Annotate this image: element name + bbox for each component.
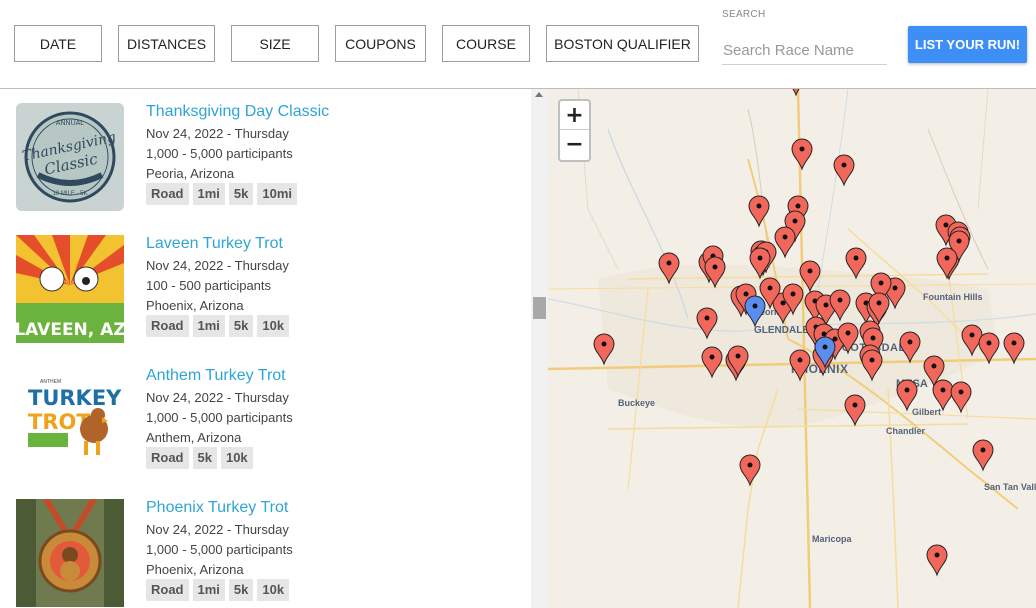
map-canvas[interactable]: Fountain Hills SCOTTSDALE PHOENIX MESA G… [548, 89, 1036, 608]
tag-road: Road [146, 315, 189, 337]
zoom-in-button[interactable]: + [560, 101, 589, 130]
map-label-glendale: GLENDALE [754, 325, 809, 336]
map-label-chandler: Chandler [886, 426, 926, 436]
tag-distance: 5k [228, 183, 254, 205]
svg-text:ANTHEM: ANTHEM [40, 379, 61, 385]
race-list-item[interactable]: ANTHEM TURKEY TROT Anthem Turkey Trot No… [0, 367, 531, 491]
zoom-control: + − [558, 99, 591, 162]
map-label-san-tan-valley: San Tan Valley [984, 482, 1036, 492]
scrollbar-thumb[interactable] [533, 297, 546, 319]
race-list-item[interactable]: Phoenix Turkey Trot Nov 24, 2022 - Thurs… [0, 499, 531, 608]
race-location: Phoenix, Arizona [146, 562, 244, 577]
race-participants: 1,000 - 5,000 participants [146, 410, 293, 425]
list-your-run-button[interactable]: LIST YOUR RUN! [908, 26, 1027, 63]
tag-distance: 10k [257, 315, 290, 337]
race-tags: Road 1mi 5k 10mi [146, 183, 298, 205]
race-participants: 1,000 - 5,000 participants [146, 542, 293, 557]
anthem-turkey-trot-logo-icon: ANTHEM TURKEY TROT [16, 367, 124, 475]
race-participants: 1,000 - 5,000 participants [146, 146, 293, 161]
filter-size-button[interactable]: SIZE [231, 25, 319, 62]
tag-distance: 5k [192, 447, 217, 469]
tag-road: Road [146, 183, 189, 205]
svg-text:ANNUAL: ANNUAL [56, 120, 85, 127]
race-date: Nov 24, 2022 - Thursday [146, 390, 289, 405]
scroll-up-arrow-icon[interactable] [535, 92, 543, 97]
svg-text:TURKEY: TURKEY [28, 386, 122, 410]
filter-course-button[interactable]: COURSE [442, 25, 530, 62]
race-title-link[interactable]: Thanksgiving Day Classic [146, 103, 329, 121]
race-date: Nov 24, 2022 - Thursday [146, 126, 289, 141]
search-label: SEARCH [722, 9, 766, 20]
race-title-link[interactable]: Anthem Turkey Trot [146, 367, 286, 385]
race-map[interactable]: Fountain Hills SCOTTSDALE PHOENIX MESA G… [548, 89, 1036, 608]
list-scrollbar[interactable] [531, 89, 548, 608]
race-participants: 100 - 500 participants [146, 278, 272, 293]
turkey-medal-photo-icon [16, 499, 124, 607]
tag-distance: 1mi [192, 183, 225, 205]
zoom-out-button[interactable]: − [560, 130, 589, 159]
tag-distance: 5k [228, 315, 254, 337]
tag-distance: 1mi [192, 315, 225, 337]
race-title-link[interactable]: Phoenix Turkey Trot [146, 499, 288, 517]
svg-text:10 MILE · 5K: 10 MILE · 5K [52, 191, 87, 197]
filter-distances-button[interactable]: DISTANCES [118, 25, 215, 62]
map-label-maricopa: Maricopa [812, 534, 853, 544]
laveen-turkey-trot-logo-icon: LAVEEN, AZ [16, 235, 124, 343]
race-thumbnail[interactable] [16, 499, 124, 607]
filter-toolbar: DATE DISTANCES SIZE COUPONS COURSE BOSTO… [0, 0, 1036, 89]
race-title-link[interactable]: Laveen Turkey Trot [146, 235, 283, 253]
race-thumbnail[interactable]: LAVEEN, AZ [16, 235, 124, 343]
tag-distance: 10k [257, 579, 290, 601]
search-input[interactable] [722, 37, 887, 65]
map-label-buckeye: Buckeye [618, 398, 655, 408]
race-location: Peoria, Arizona [146, 166, 235, 181]
filter-coupons-button[interactable]: COUPONS [335, 25, 426, 62]
tag-road: Road [146, 579, 189, 601]
thanksgiving-classic-logo-icon: ANNUAL Thanksgiving Classic 10 MILE · 5K [16, 103, 124, 211]
race-location: Phoenix, Arizona [146, 298, 244, 313]
map-label-fountain-hills: Fountain Hills [923, 292, 983, 302]
svg-text:LAVEEN, AZ: LAVEEN, AZ [16, 320, 124, 340]
race-list-item[interactable]: LAVEEN, AZ Laveen Turkey Trot Nov 24, 20… [0, 235, 531, 359]
filter-date-button[interactable]: DATE [14, 25, 102, 62]
race-location: Anthem, Arizona [146, 430, 242, 445]
tag-distance: 5k [228, 579, 254, 601]
race-tags: Road 5k 10k [146, 447, 253, 469]
filter-boston-qualifier-button[interactable]: BOSTON QUALIFIER [546, 25, 699, 62]
race-date: Nov 24, 2022 - Thursday [146, 522, 289, 537]
tag-distance: 10k [220, 447, 253, 469]
race-thumbnail[interactable]: ANNUAL Thanksgiving Classic 10 MILE · 5K [16, 103, 124, 211]
map-label-gilbert: Gilbert [912, 407, 941, 417]
race-tags: Road 1mi 5k 10k [146, 579, 290, 601]
race-list-item[interactable]: ANNUAL Thanksgiving Classic 10 MILE · 5K… [0, 103, 531, 227]
tag-distance: 10mi [257, 183, 298, 205]
race-thumbnail[interactable]: ANTHEM TURKEY TROT [16, 367, 124, 475]
race-tags: Road 1mi 5k 10k [146, 315, 290, 337]
race-date: Nov 24, 2022 - Thursday [146, 258, 289, 273]
race-list: ANNUAL Thanksgiving Classic 10 MILE · 5K… [0, 89, 531, 608]
tag-distance: 1mi [192, 579, 225, 601]
tag-road: Road [146, 447, 189, 469]
